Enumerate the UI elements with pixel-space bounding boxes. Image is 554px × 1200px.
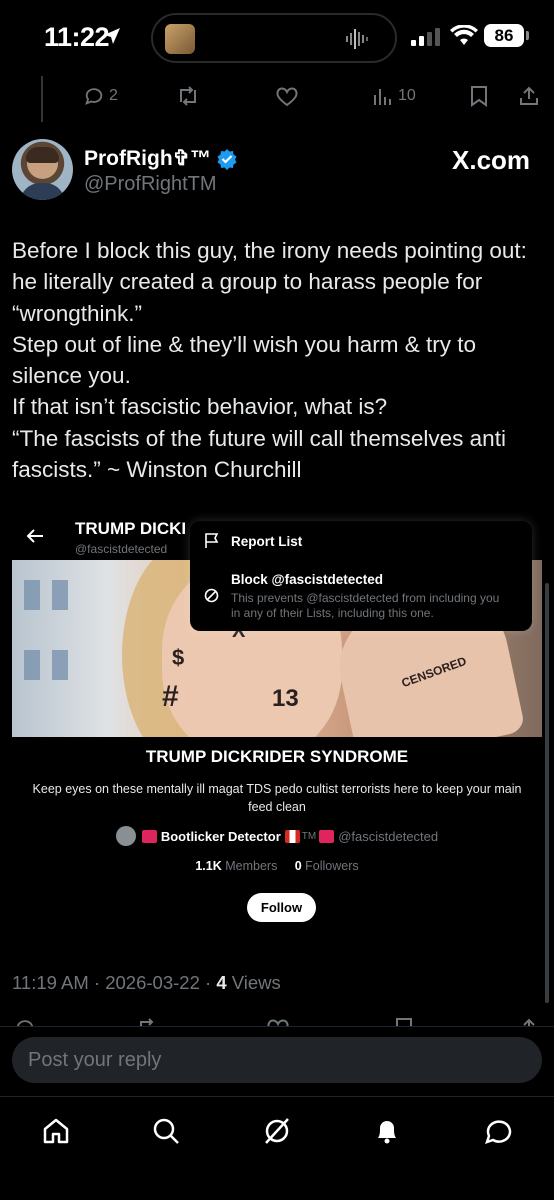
reply-composer — [0, 1026, 554, 1096]
banner-window — [24, 580, 40, 610]
owner-handle: @fascistdetected — [338, 828, 439, 844]
owner-tm: TM — [301, 830, 317, 842]
list-owner[interactable]: Bootlicker Detector TM @fascistdetected — [12, 826, 542, 846]
prev-bookmark-button[interactable] — [469, 84, 489, 108]
banner-tattoo: # — [162, 680, 179, 713]
prev-reply-count: 2 — [109, 87, 118, 104]
block-user-label: Block @fascistdetected — [231, 572, 383, 587]
banner-tattoo: 13 — [272, 685, 299, 712]
tweet-text: Before I block this guy, the irony needs… — [12, 238, 527, 483]
nav-grok[interactable] — [257, 1111, 297, 1151]
nav-messages[interactable] — [478, 1111, 518, 1151]
signal-icon — [411, 28, 440, 46]
share-icon — [520, 86, 538, 105]
search-icon — [153, 1118, 179, 1144]
members-count: 1.1K — [195, 859, 222, 873]
prev-views-count: 10 — [398, 87, 416, 104]
siren-emoji-icon — [141, 829, 157, 843]
prev-share-button[interactable] — [518, 84, 540, 108]
dynamic-island[interactable] — [151, 13, 397, 63]
audio-waveform-icon — [346, 29, 368, 49]
reply-input[interactable] — [12, 1037, 542, 1083]
prev-views-button[interactable]: 10 — [372, 84, 416, 108]
followers-label: Followers — [301, 859, 359, 873]
follow-list-button[interactable]: Follow — [247, 893, 316, 922]
block-user-description: This prevents @fascistdetected from incl… — [231, 591, 500, 620]
location-arrow-icon — [104, 28, 120, 44]
views-icon — [374, 89, 391, 105]
notifications-icon — [378, 1121, 396, 1144]
home-icon — [43, 1118, 69, 1144]
list-header-title: TRUMP DICKRIDER SYNDROME — [75, 519, 185, 538]
list-name: TRUMP DICKRIDER SYNDROME — [145, 747, 409, 766]
now-playing-thumbnail — [165, 24, 195, 54]
x-watermark: X.com — [452, 145, 531, 175]
repost-icon — [180, 86, 196, 106]
embedded-list-screenshot[interactable]: TRUMP DICKRIDER SYNDROME @fascistdetecte… — [12, 512, 542, 947]
author-avatar[interactable] — [12, 139, 73, 200]
flag-icon — [205, 533, 219, 548]
status-bar: 11:22 86 — [0, 0, 554, 76]
battery-icon: 86 — [484, 24, 524, 47]
block-icon — [204, 588, 219, 603]
status-time: 11:22 — [44, 22, 110, 52]
members-label: Members — [221, 859, 278, 873]
messages-icon — [485, 1120, 512, 1144]
list-header-handle: @fascistdetected — [75, 542, 168, 556]
banner-tattoo: $ — [172, 645, 185, 670]
nav-search[interactable] — [146, 1111, 186, 1151]
canada-flag-icon — [284, 829, 300, 843]
prev-repost-button[interactable] — [176, 84, 200, 108]
author-handle[interactable]: @ProfRightTM — [84, 173, 217, 196]
tweet-meta: 11:19 AM · 2026-03-22 · 4 Views — [12, 972, 281, 994]
owner-name: Bootlicker Detector — [160, 828, 281, 844]
report-list-menu-item[interactable]: Report List — [204, 533, 302, 549]
like-icon — [276, 87, 298, 107]
battery-tip — [526, 31, 529, 40]
list-description: Keep eyes on these mentally ill magat TD… — [32, 782, 522, 814]
wifi-icon — [450, 25, 478, 45]
tweet-views-count: 4 — [216, 972, 227, 993]
owner-avatar — [115, 826, 136, 846]
scrollbar[interactable] — [545, 583, 549, 1003]
banner-window — [52, 650, 68, 680]
tweet-views-label: Views — [226, 972, 281, 993]
banner-window — [52, 580, 68, 610]
bookmark-icon — [471, 86, 487, 107]
avatar-hair — [26, 147, 59, 163]
prev-reply-button[interactable]: 2 — [83, 84, 118, 108]
list-overflow-menu: Report List Block @fascistdetected This … — [190, 521, 532, 631]
nav-notifications[interactable] — [367, 1111, 407, 1151]
nav-home[interactable] — [36, 1111, 76, 1151]
avatar-shirt — [20, 183, 65, 200]
bottom-navigation — [0, 1096, 554, 1200]
author-display-name[interactable]: ProfRigh✞™ — [84, 146, 238, 171]
block-user-menu-item[interactable]: Block @fascistdetected This prevents @fa… — [204, 572, 511, 621]
report-list-label: Report List — [231, 533, 303, 549]
list-stats: 1.1K Members 0 Followers — [12, 859, 542, 873]
verified-badge-icon — [217, 148, 237, 170]
thread-connector — [41, 76, 43, 122]
grok-icon — [265, 1118, 289, 1144]
back-arrow-icon — [26, 529, 43, 543]
reply-icon — [85, 88, 103, 105]
tweet-timestamp: 11:19 AM · 2026-03-22 · — [12, 972, 217, 993]
followers-count: 0 — [294, 859, 302, 873]
siren-emoji-icon — [319, 829, 335, 843]
banner-window — [24, 650, 40, 680]
prev-like-button[interactable] — [275, 84, 299, 108]
author-name-text: ProfRigh✞™ — [84, 147, 212, 170]
